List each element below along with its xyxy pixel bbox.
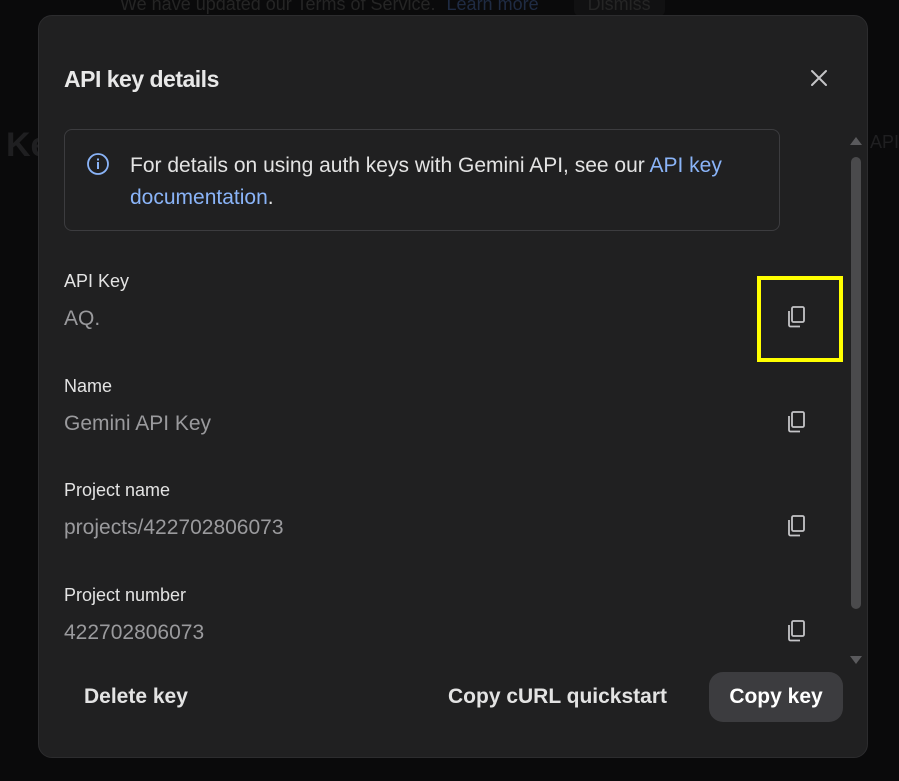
name-value: Gemini API Key: [64, 412, 212, 435]
info-callout: For details on using auth keys with Gemi…: [64, 129, 780, 231]
info-text: For details on using auth keys with Gemi…: [130, 150, 750, 214]
project-name-label: Project name: [64, 480, 171, 500]
copy-project-number-button[interactable]: [781, 616, 811, 646]
copy-curl-quickstart-button[interactable]: Copy cURL quickstart: [448, 672, 667, 722]
copy-icon: [788, 515, 805, 537]
api-key-label: API Key: [64, 271, 130, 291]
project-number-value: 422702806073: [64, 621, 205, 644]
name-label: Name: [64, 376, 113, 396]
scroll-down-arrow[interactable]: [850, 656, 862, 664]
info-message: For details on using auth keys with Gemi…: [130, 154, 645, 177]
project-number-label: Project number: [64, 585, 187, 605]
copy-project-name-button[interactable]: [781, 511, 811, 541]
copy-button-highlight: [757, 276, 843, 362]
copy-key-button[interactable]: Copy key: [709, 672, 843, 722]
scrollbar-thumb[interactable]: [851, 157, 861, 609]
close-icon: [811, 70, 827, 86]
api-key-value: AQ.: [64, 307, 101, 330]
dialog-title: API key details: [64, 66, 219, 92]
copy-icon: [788, 411, 805, 433]
info-suffix: .: [267, 186, 274, 209]
copy-name-button[interactable]: [781, 407, 811, 437]
scroll-up-arrow[interactable]: [850, 137, 862, 145]
api-key-details-dialog: API key details For details on using aut…: [38, 15, 868, 758]
close-button[interactable]: [801, 60, 837, 96]
info-icon: [87, 153, 109, 175]
delete-key-button[interactable]: Delete key: [84, 672, 188, 722]
project-name-value: projects/422702806073: [64, 516, 284, 539]
copy-icon: [788, 620, 805, 642]
